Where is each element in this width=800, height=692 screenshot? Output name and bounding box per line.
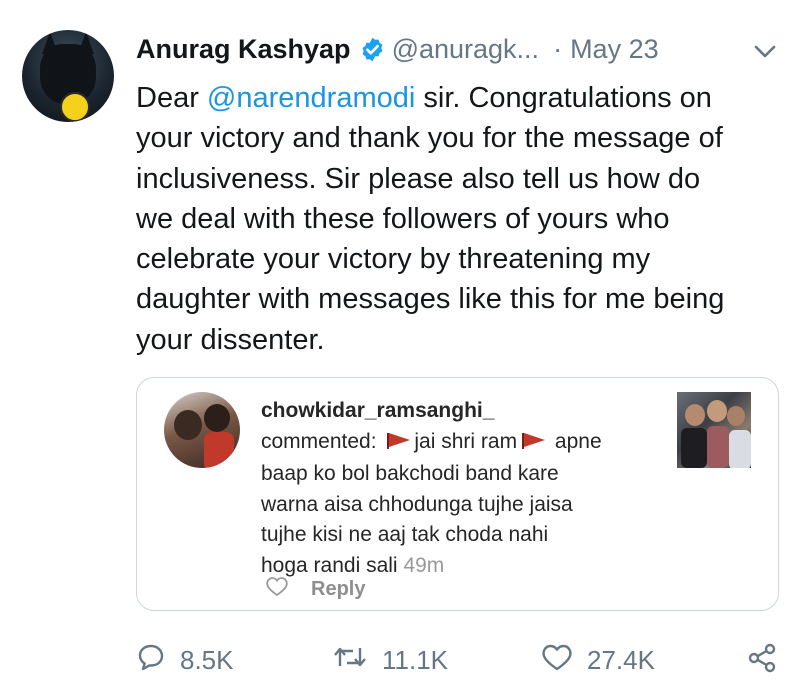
thumbnail-person: [729, 430, 751, 468]
embedded-comment-card[interactable]: chowkidar_ramsanghi_ commented: jai shri…: [136, 377, 779, 611]
avatar-person: [204, 404, 230, 432]
commenter-username: chowkidar_ramsanghi_: [261, 399, 495, 422]
heart-outline-icon: [265, 575, 289, 603]
verified-badge-icon: [359, 36, 386, 63]
retweet-icon: [332, 642, 368, 679]
tweet-text-line: your victory and thank you for the messa…: [136, 122, 723, 155]
chevron-down-icon[interactable]: [752, 38, 778, 69]
share-icon: [746, 642, 778, 681]
tweet-text-line: celebrate your victory by threatening my: [136, 243, 651, 276]
mention-link[interactable]: @narendramodi: [207, 82, 415, 114]
comment-segment: commented:: [261, 429, 383, 453]
like-button[interactable]: 27.4K: [541, 642, 655, 679]
comment-line: commented: jai shri ram apne: [261, 427, 661, 460]
tweet-text: Dear @narendramodi sir. Congratulations …: [136, 78, 786, 360]
author-avatar[interactable]: [22, 30, 114, 122]
avatar-smiley-badge: [60, 92, 90, 122]
tweet-text-line: we deal with these followers of yours wh…: [136, 202, 670, 235]
comment-reply-label: Reply: [311, 577, 366, 600]
avatar-person: [174, 410, 202, 440]
thumbnail-face: [685, 404, 705, 426]
tweet-text-line: Dear @narendramodi sir. Congratulations …: [136, 78, 786, 118]
tweet-header: Anurag Kashyap @anuragk... · May 23: [136, 28, 780, 70]
commenter-avatar: [164, 392, 240, 468]
thumbnail-face: [727, 406, 745, 426]
comment-segment: jai shri ram: [414, 429, 518, 453]
avatar-shirt: [204, 432, 234, 468]
tweet-date[interactable]: May 23: [570, 34, 659, 65]
tweet-text-line: your dissenter.: [136, 323, 325, 356]
comment-line: baap ko bol bakchodi band kare: [261, 462, 559, 485]
text-segment: Dear: [136, 82, 207, 114]
thumbnail-person: [681, 428, 707, 468]
thumbnail-face: [707, 400, 727, 422]
comment-line: warna aisa chhodunga tujhe jaisa: [261, 492, 573, 516]
reply-bubble-icon: [136, 642, 166, 679]
separator-dot: ·: [553, 33, 563, 64]
comment-line: tujhe kisi ne aaj tak choda nahi: [261, 523, 549, 546]
retweet-count: 11.1K: [382, 645, 449, 675]
tweet-text-line: daughter with messages like this for me …: [136, 283, 725, 316]
reply-count: 8.5K: [180, 645, 234, 675]
comment-segment: apne: [549, 429, 602, 453]
tweet-text-line: inclusiveness. Sir please also tell us h…: [136, 162, 701, 195]
like-count: 27.4K: [587, 645, 655, 675]
like-heart-icon: [541, 642, 573, 679]
thumbnail-person: [707, 426, 729, 468]
comment-text: chowkidar_ramsanghi_ commented: jai shri…: [261, 396, 661, 581]
flag-icon: [386, 429, 412, 460]
reply-button[interactable]: 8.5K: [136, 642, 234, 679]
share-button[interactable]: [746, 642, 778, 681]
author-name[interactable]: Anurag Kashyap: [136, 34, 351, 65]
comment-actions: Reply: [265, 575, 365, 603]
text-segment: sir. Congratulations on: [415, 82, 712, 114]
comment-post-thumbnail: [677, 392, 751, 468]
tweet-actions-bar: 8.5K 11.1K 27.4K: [136, 642, 786, 686]
retweet-button[interactable]: 11.1K: [332, 642, 448, 679]
author-handle[interactable]: @anuragk...: [392, 34, 540, 65]
comment-segment: hoga randi sali: [261, 553, 404, 577]
flag-icon: [521, 429, 547, 460]
comment-timestamp: 49m: [403, 553, 445, 577]
